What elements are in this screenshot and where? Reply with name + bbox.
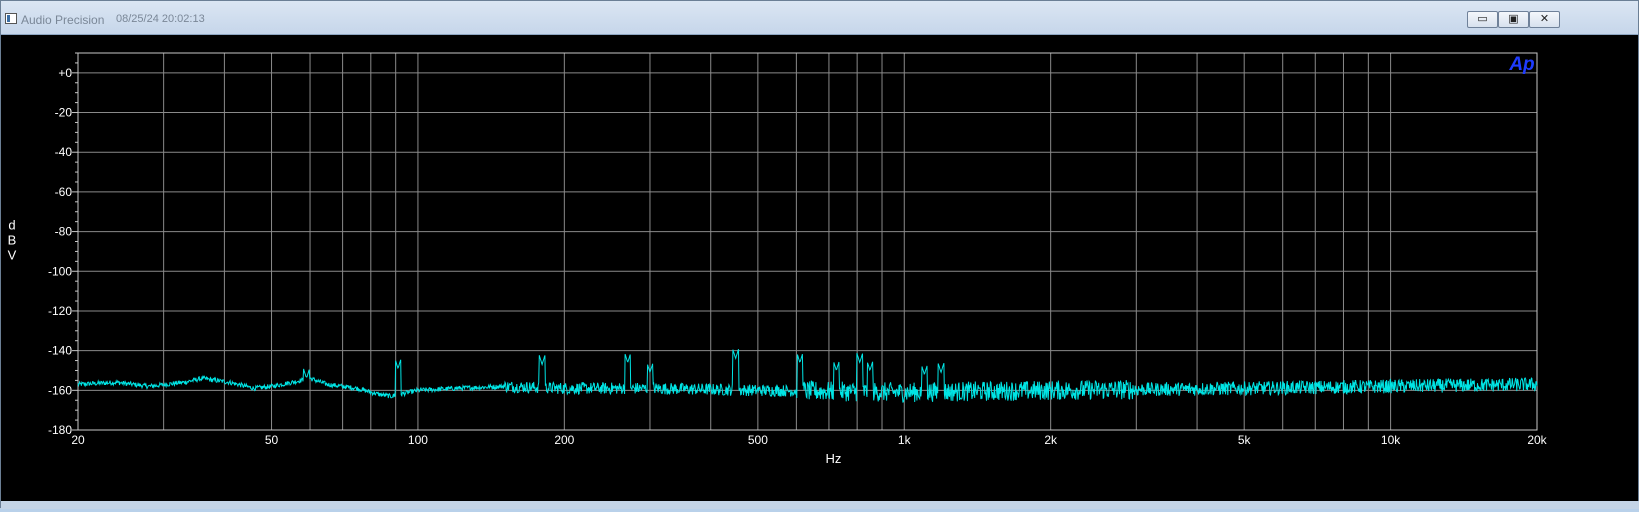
y-tick-label: -180 <box>48 423 72 437</box>
x-tick-label: 5k <box>1238 433 1252 447</box>
y-axis-label: dBV <box>8 218 17 263</box>
y-tick-label: -40 <box>55 145 73 159</box>
y-axis-label-char: d <box>8 218 15 233</box>
fft-spectrum-chart: 20 50 100 200 500 1k 2k 5k 10k 20k +0 -20 -40 -60 -80… <box>8 52 1548 466</box>
window-timestamp: 08/25/24 20:02:13 <box>116 13 205 25</box>
y-axis-label-char: V <box>8 248 17 263</box>
x-tick-label: 1k <box>898 433 912 447</box>
spectrum-trace <box>77 349 1538 403</box>
close-button[interactable]: ✕ <box>1529 11 1560 28</box>
x-tick-label: 200 <box>554 433 574 447</box>
y-tick-label: -20 <box>55 106 73 120</box>
minimize-button[interactable]: ▭ <box>1467 11 1498 28</box>
x-axis-label: Hz <box>826 451 842 466</box>
x-tick-label: 100 <box>408 433 428 447</box>
window-title: Audio Precision <box>21 13 105 27</box>
y-tick-label: -60 <box>55 185 73 199</box>
minor-gridlines <box>163 53 1392 430</box>
app-window: Audio Precision 08/25/24 20:02:13 ▭ ▣ ✕ … <box>0 0 1639 509</box>
y-tick-label: -160 <box>48 383 72 397</box>
y-minor-ticks <box>72 52 78 431</box>
chart-area: 20 50 100 200 500 1k 2k 5k 10k 20k +0 -20 -40 -60 -80… <box>2 35 1637 507</box>
y-tick-labels: +0 -20 -40 -60 -80 -100 -120 -140 -160 -180 <box>48 66 72 437</box>
x-tick-label: 20k <box>1527 433 1547 447</box>
x-tick-label: 500 <box>748 433 768 447</box>
major-gridlines <box>78 72 1537 391</box>
y-axis-label-char: B <box>8 233 17 248</box>
y-tick-label: -100 <box>48 264 72 278</box>
x-tick-label: 2k <box>1044 433 1058 447</box>
y-tick-label: -140 <box>48 344 72 358</box>
restore-button[interactable]: ▣ <box>1498 11 1529 28</box>
app-icon <box>5 13 17 24</box>
x-tick-label: 20 <box>71 433 85 447</box>
title-bar[interactable]: Audio Precision 08/25/24 20:02:13 ▭ ▣ ✕ <box>1 1 1638 35</box>
plot-frame <box>77 52 1538 431</box>
ap-logo: Ap <box>1508 54 1534 75</box>
x-tick-labels: 20 50 100 200 500 1k 2k 5k 10k 20k <box>71 433 1547 447</box>
y-tick-label: +0 <box>58 66 72 80</box>
y-tick-label: -80 <box>55 225 73 239</box>
y-tick-label: -120 <box>48 304 72 318</box>
x-tick-label: 10k <box>1381 433 1401 447</box>
x-tick-label: 50 <box>265 433 279 447</box>
